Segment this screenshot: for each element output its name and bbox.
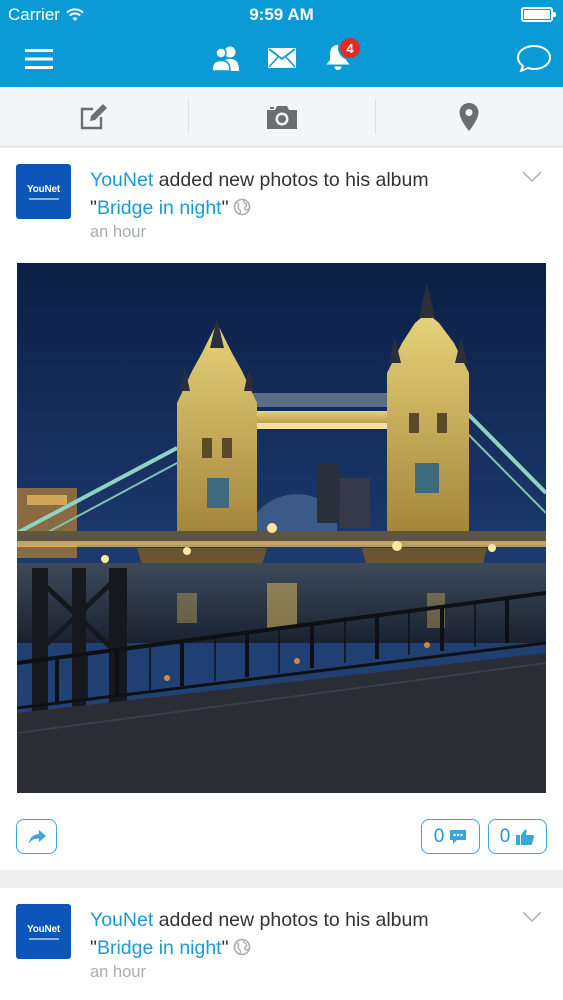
globe-icon xyxy=(233,198,250,216)
like-count: 0 xyxy=(499,825,511,847)
comment-icon xyxy=(450,829,467,844)
feed-post: YouNet YouNet added new photos to his al… xyxy=(0,148,563,870)
share-arrow-icon xyxy=(28,829,46,844)
avatar[interactable]: YouNet xyxy=(16,164,71,219)
post-timestamp: an hour xyxy=(90,223,146,241)
check-in-button[interactable] xyxy=(375,87,563,146)
author-link[interactable]: YouNet xyxy=(90,909,153,931)
like-button[interactable]: 0 xyxy=(488,819,547,854)
post-headline: YouNet added new photos to his album "Br… xyxy=(90,906,510,962)
album-open-quote: " xyxy=(90,937,97,959)
camera-icon xyxy=(266,105,297,129)
share-button[interactable] xyxy=(16,819,57,854)
friend-requests-button[interactable] xyxy=(206,40,246,76)
status-bar: Carrier 9:59 AM xyxy=(0,0,563,30)
post-action-text: added new photos to his album xyxy=(153,909,429,931)
chat-icon xyxy=(516,44,552,72)
chevron-down-icon[interactable] xyxy=(521,910,543,924)
post-timestamp: an hour xyxy=(90,963,146,981)
top-app-bar: Carrier 9:59 AM 4 xyxy=(0,0,563,87)
chat-button[interactable] xyxy=(512,40,556,76)
mail-icon xyxy=(268,48,296,68)
globe-icon xyxy=(233,938,250,956)
album-link[interactable]: Bridge in night xyxy=(97,197,222,219)
album-close-quote: " xyxy=(221,197,229,219)
avatar-logo-text: YouNet xyxy=(26,923,61,935)
status-time: 9:59 AM xyxy=(249,5,314,24)
album-link[interactable]: Bridge in night xyxy=(97,937,222,959)
post-photo-button[interactable] xyxy=(187,87,376,146)
avatar[interactable]: YouNet xyxy=(16,904,71,959)
post-action-text: added new photos to his album xyxy=(153,169,429,191)
composer-bar xyxy=(0,87,563,147)
main-nav: 4 xyxy=(0,36,563,80)
avatar-logo-text: YouNet xyxy=(26,183,61,195)
messages-button[interactable] xyxy=(262,40,302,76)
notification-count-badge: 4 xyxy=(338,36,362,60)
location-pin-icon xyxy=(459,102,479,131)
author-link[interactable]: YouNet xyxy=(90,169,153,191)
comment-count: 0 xyxy=(433,825,445,847)
album-open-quote: " xyxy=(90,197,97,219)
edit-icon xyxy=(80,103,107,129)
post-headline: YouNet added new photos to his album "Br… xyxy=(90,166,510,222)
avatar-tagline-bar xyxy=(28,197,59,200)
friends-icon xyxy=(211,46,239,71)
feed-post: YouNet YouNet added new photos to his al… xyxy=(0,888,563,1000)
tower-bridge-night-photo xyxy=(17,263,546,793)
thumbs-up-icon xyxy=(516,829,535,845)
comment-button[interactable]: 0 xyxy=(421,819,480,854)
menu-button[interactable] xyxy=(20,44,58,74)
menu-icon xyxy=(25,49,53,69)
battery-icon xyxy=(521,7,556,22)
post-status-button[interactable] xyxy=(0,87,188,146)
album-close-quote: " xyxy=(221,937,229,959)
avatar-tagline-bar xyxy=(28,937,59,940)
album-photo[interactable] xyxy=(17,263,546,793)
chevron-down-icon[interactable] xyxy=(521,170,543,184)
